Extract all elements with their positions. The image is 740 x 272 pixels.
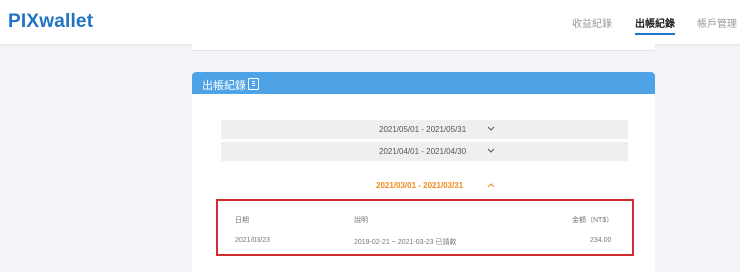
nav-earnings-records[interactable]: 收益紀錄: [572, 15, 612, 33]
document-icon: [248, 78, 259, 90]
payout-detail-table: 日期 說明 金額（NT$） 2021/03/23 2019-02-21 ~ 20…: [216, 199, 634, 256]
panel-header: 出帳紀錄: [192, 72, 655, 94]
previous-card-bottom: [192, 44, 655, 51]
payout-records-panel: 出帳紀錄 2021/05/01 - 2021/05/31 2021/04/01 …: [192, 72, 655, 272]
active-period-label[interactable]: 2021/03/01 - 2021/03/31: [376, 181, 463, 190]
row-date: 2021/03/23: [235, 237, 271, 244]
nav-account-management[interactable]: 帳戶管理: [697, 15, 737, 33]
column-header-description: 說明: [354, 217, 368, 224]
column-header-amount: 金額（NT$）: [572, 217, 614, 224]
logo[interactable]: PIXwallet: [8, 11, 93, 33]
period-row-2021-04[interactable]: 2021/04/01 - 2021/04/30: [221, 142, 628, 161]
period-label: 2021/05/01 - 2021/05/31: [379, 125, 467, 134]
row-amount: 234.00: [590, 237, 612, 244]
chevron-down-icon[interactable]: [486, 123, 496, 133]
period-row-2021-05[interactable]: 2021/05/01 - 2021/05/31: [221, 120, 628, 139]
nav-payout-records[interactable]: 出帳紀錄: [635, 15, 675, 35]
chevron-down-icon[interactable]: [486, 145, 496, 155]
top-navigation-bar: PIXwallet 收益紀錄 出帳紀錄 帳戶管理: [0, 0, 740, 44]
period-label: 2021/04/01 - 2021/04/30: [379, 147, 467, 156]
row-description: 2019-02-21 ~ 2021-03-23 已請款: [354, 239, 457, 246]
column-header-date: 日期: [235, 217, 249, 224]
chevron-up-icon[interactable]: [486, 181, 496, 191]
panel-title: 出帳紀錄: [202, 80, 246, 92]
